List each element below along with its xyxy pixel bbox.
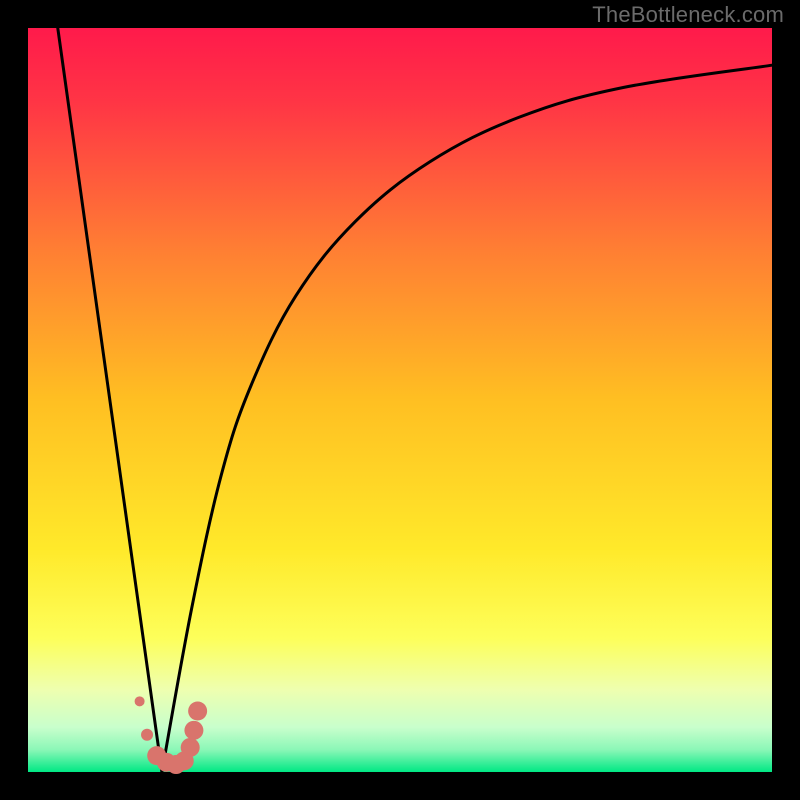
marker-dot	[188, 701, 207, 720]
watermark-text: TheBottleneck.com	[592, 2, 784, 28]
chart-frame: { "watermark": "TheBottleneck.com", "cha…	[0, 0, 800, 800]
marker-dot	[141, 729, 153, 741]
marker-dot	[184, 721, 203, 740]
marker-dot	[181, 738, 200, 757]
chart-svg	[0, 0, 800, 800]
plot-background	[28, 28, 772, 772]
marker-dot	[135, 696, 145, 706]
